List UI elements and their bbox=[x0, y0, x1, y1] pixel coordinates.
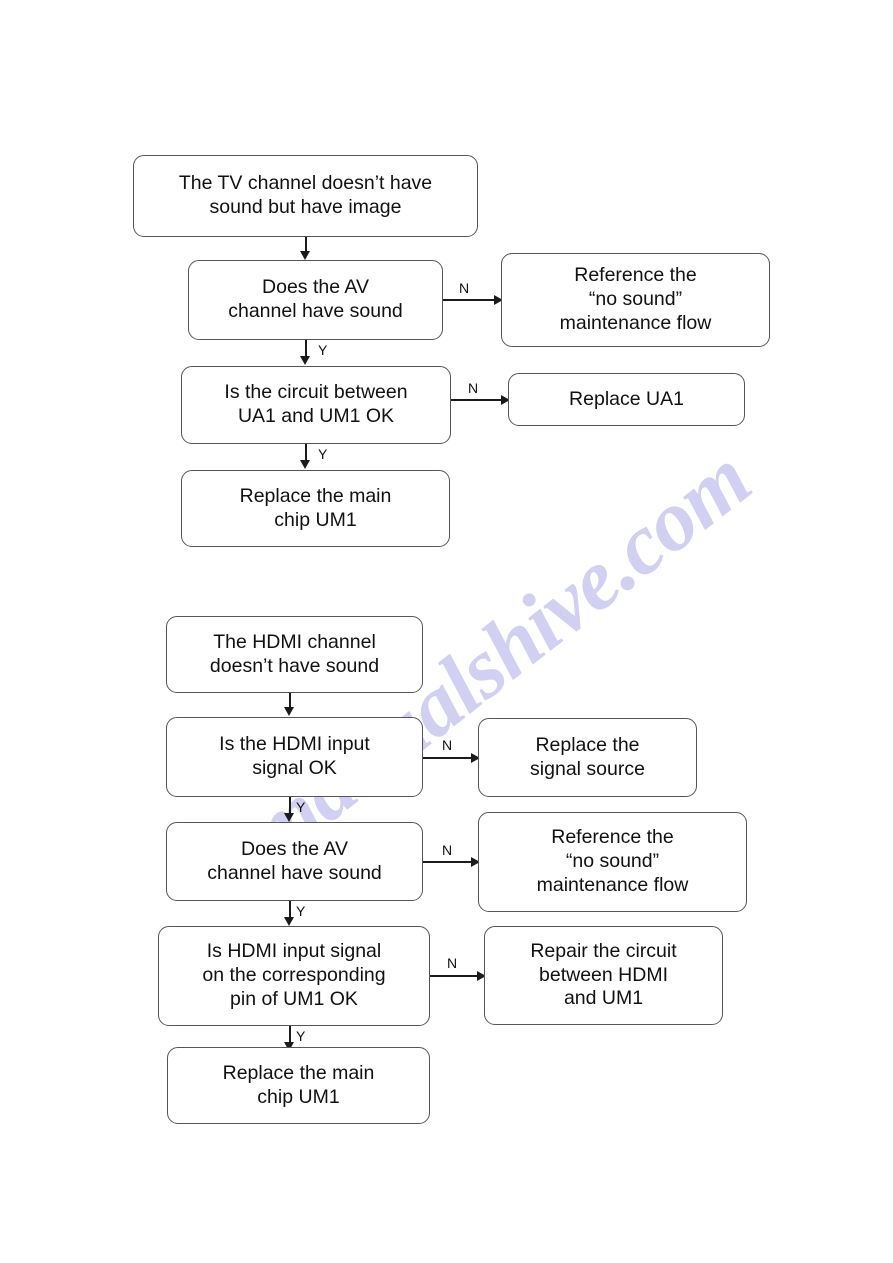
edge-hdmi-av-y-arrowhead bbox=[284, 917, 294, 926]
node-hdmi-input-check[interactable]: Is the HDMI input signal OK bbox=[166, 717, 423, 797]
node-hdmi-start-label: The HDMI channel doesn’t have sound bbox=[209, 630, 380, 677]
edge-label-hdmi-pin-n: N bbox=[447, 955, 458, 971]
edge-label-hdmi-input-y: Y bbox=[296, 799, 306, 815]
node-hdmi-pin-check-label: Is HDMI input signal on the correspondin… bbox=[202, 940, 386, 1010]
node-hdmi-av-check[interactable]: Does the AV channel have sound bbox=[166, 822, 423, 901]
node-tv-replace-ua1-label: Replace UA1 bbox=[569, 387, 684, 410]
node-hdmi-pin-check[interactable]: Is HDMI input signal on the correspondin… bbox=[158, 926, 430, 1026]
node-hdmi-replace-um1[interactable]: Replace the main chip UM1 bbox=[167, 1047, 430, 1124]
edge-label-hdmi-input-n: N bbox=[442, 737, 453, 753]
edge-hdmi-av-n-line bbox=[423, 861, 473, 863]
edge-hdmi-pin-n-line bbox=[430, 975, 479, 977]
edge-tv-av-n-line bbox=[443, 299, 496, 301]
node-hdmi-no-sound-ref-label: Reference the “no sound” maintenance flo… bbox=[536, 826, 689, 896]
node-hdmi-start[interactable]: The HDMI channel doesn’t have sound bbox=[166, 616, 423, 693]
node-tv-start-label: The TV channel doesn’t have sound but ha… bbox=[178, 172, 433, 218]
node-tv-no-sound-ref[interactable]: Reference the “no sound” maintenance flo… bbox=[501, 253, 770, 347]
node-hdmi-replace-source[interactable]: Replace the signal source bbox=[478, 718, 697, 797]
node-tv-replace-um1[interactable]: Replace the main chip UM1 bbox=[181, 470, 450, 547]
edge-hdmi-input-n-line bbox=[423, 757, 473, 759]
edge-tv-circuit-n-line bbox=[451, 399, 503, 401]
edge-label-tv-circuit-n: N bbox=[468, 380, 479, 396]
edge-tv-av-y-arrowhead bbox=[300, 356, 310, 365]
node-hdmi-repair-circuit[interactable]: Repair the circuit between HDMI and UM1 bbox=[484, 926, 723, 1025]
node-hdmi-av-check-label: Does the AV channel have sound bbox=[207, 837, 382, 884]
edge-tv-circuit-y-arrowhead bbox=[300, 460, 310, 469]
edge-label-hdmi-av-n: N bbox=[442, 842, 453, 858]
node-tv-av-check[interactable]: Does the AV channel have sound bbox=[188, 260, 443, 340]
edge-hdmi-start-to-input-arrowhead bbox=[284, 707, 294, 716]
node-tv-replace-um1-label: Replace the main chip UM1 bbox=[239, 484, 392, 531]
node-hdmi-no-sound-ref[interactable]: Reference the “no sound” maintenance flo… bbox=[478, 812, 747, 912]
node-hdmi-input-check-label: Is the HDMI input signal OK bbox=[219, 733, 370, 779]
node-tv-no-sound-ref-label: Reference the “no sound” maintenance flo… bbox=[559, 264, 712, 334]
node-tv-av-check-label: Does the AV channel have sound bbox=[228, 276, 403, 322]
edge-label-hdmi-av-y: Y bbox=[296, 903, 306, 919]
node-tv-replace-ua1[interactable]: Replace UA1 bbox=[508, 373, 745, 426]
node-tv-circuit-check[interactable]: Is the circuit between UA1 and UM1 OK bbox=[181, 366, 451, 444]
node-tv-circuit-check-label: Is the circuit between UA1 and UM1 OK bbox=[224, 381, 408, 427]
edge-label-hdmi-pin-y: Y bbox=[296, 1028, 306, 1044]
edge-label-tv-av-n: N bbox=[459, 280, 470, 296]
node-hdmi-replace-source-label: Replace the signal source bbox=[530, 733, 645, 780]
node-hdmi-replace-um1-label: Replace the main chip UM1 bbox=[222, 1061, 375, 1108]
node-hdmi-repair-circuit-label: Repair the circuit between HDMI and UM1 bbox=[530, 939, 677, 1010]
flowchart-canvas: manualshive.com The TV channel doesn’t h… bbox=[0, 0, 893, 1263]
node-tv-start[interactable]: The TV channel doesn’t have sound but ha… bbox=[133, 155, 478, 237]
edge-label-tv-av-y: Y bbox=[318, 342, 328, 358]
edge-hdmi-input-y-arrowhead bbox=[284, 813, 294, 822]
edge-tv-start-to-av-arrowhead bbox=[300, 251, 310, 260]
edge-label-tv-circuit-y: Y bbox=[318, 446, 328, 462]
